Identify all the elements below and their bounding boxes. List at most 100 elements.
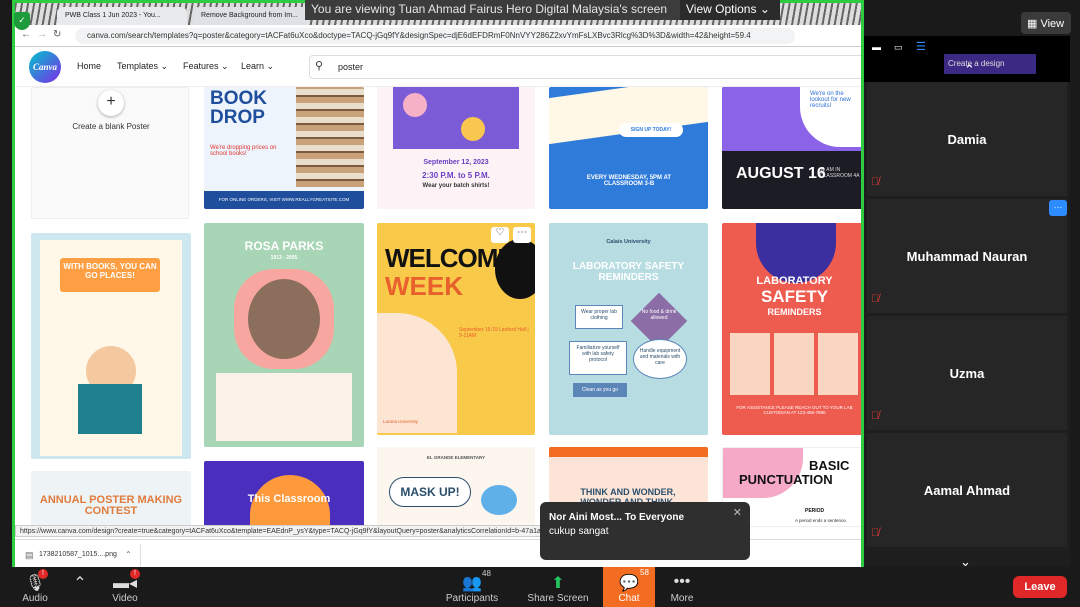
template-classroom[interactable]: This Classroom	[204, 461, 364, 527]
card-years: 1913 - 2005	[270, 255, 298, 261]
audio-label: Audio	[22, 593, 48, 604]
card-school: EL GRANDE ELEMENTARY	[426, 455, 486, 460]
nav-learn-label: Learn	[241, 61, 265, 71]
download-item[interactable]: ▤ 1738210587_1015....png ⌃	[21, 544, 141, 566]
participant-tile[interactable]: Damia 🎙̸	[867, 82, 1067, 196]
card-line2: WEEK	[385, 271, 463, 301]
chevron-up-icon[interactable]: ⌃	[125, 550, 132, 559]
sharing-banner: You are viewing Tuan Ahmad Fairus Hero D…	[305, 0, 680, 20]
template-rosa-parks[interactable]: ROSA PARKS 1913 - 2005	[204, 223, 364, 447]
card-title: BOOK DROP	[210, 88, 267, 128]
participants-button[interactable]: 👥 Participants 48	[440, 567, 504, 607]
nav-features[interactable]: Features ⌄	[183, 61, 229, 72]
window-icon[interactable]: ▭	[894, 42, 903, 53]
participant-name: Aamal Ahmad	[923, 483, 1011, 498]
template-books[interactable]: WITH BOOKS, YOU CAN GO PLACES!	[31, 233, 191, 459]
leave-button[interactable]: Leave	[1013, 576, 1067, 598]
chat-notification[interactable]: Nor Aini Most... To Everyone cukup sanga…	[540, 502, 750, 560]
audio-button[interactable]: 🎙 Audio !	[14, 567, 56, 607]
face-illustration	[403, 93, 427, 117]
template-book-drop[interactable]: BOOK DROP We're dropping prices on schoo…	[204, 87, 364, 209]
participants-count: 48	[482, 569, 491, 578]
heart-icon[interactable]: ♡	[491, 227, 509, 243]
chat-count: 58	[640, 568, 649, 577]
card-desc: A period ends a sentence.	[795, 518, 848, 523]
tile-more-options-button[interactable]: ···	[1049, 200, 1067, 216]
muted-mic-icon: 🎙̸	[871, 176, 880, 188]
template-batch-shirts[interactable]: September 12, 2023 2:30 P.M. to 5 P.M. W…	[377, 87, 535, 209]
rule-item: Wear proper lab clothing	[575, 305, 623, 329]
participants-label: Participants	[445, 593, 499, 604]
forward-arrow-icon[interactable]: →	[37, 29, 47, 40]
chevron-down-icon: ⌄	[759, 2, 770, 16]
zoom-window: PWB Class 1 Jun 2023 - You... Remove Bac…	[0, 0, 1080, 607]
layout-icon[interactable]: ☰	[916, 40, 926, 53]
more-label: More	[670, 593, 694, 604]
card-when: EVERY WEDNESDAY, 5PM AT CLASSROOM 3-B	[586, 175, 672, 187]
participant-tile[interactable]: Aamal Ahmad 🎙̸	[867, 433, 1067, 547]
more-dots-icon: •••	[673, 573, 691, 590]
back-arrow-icon[interactable]: ←	[21, 29, 31, 40]
download-file-name: 1738210587_1015....png	[39, 551, 117, 558]
view-options-label: View Options	[686, 2, 757, 16]
nav-templates[interactable]: Templates ⌄	[117, 61, 168, 72]
nav-learn[interactable]: Learn ⌄	[241, 61, 274, 72]
canva-header: Canva Home Templates ⌄ Features ⌄ Learn …	[15, 47, 861, 87]
participants-icon: 👥	[462, 575, 482, 592]
top-stripe	[549, 447, 708, 457]
chat-sender: Nor Aini Most... To Everyone	[549, 512, 685, 523]
chat-label: Chat	[618, 593, 640, 604]
chat-button[interactable]: 💬 Chat 58	[603, 567, 655, 607]
nav-home[interactable]: Home	[77, 61, 101, 71]
share-screen-button[interactable]: ⬆ Share Screen	[524, 567, 592, 607]
url-field[interactable]: canva.com/search/templates?q=poster&cate…	[75, 28, 795, 44]
template-safety-red[interactable]: LABORATORY SAFETY REMINDERS FOR ASSISTAN…	[722, 223, 861, 435]
card-title: WITH BOOKS, YOU CAN GO PLACES!	[60, 258, 160, 292]
close-icon[interactable]: ✕	[733, 506, 742, 519]
face-illustration	[461, 117, 485, 141]
books-image	[296, 87, 364, 187]
card-footer: FOR ASSISTANCE PLEASE REACH OUT TO YOUR …	[736, 405, 853, 415]
template-safety-blue[interactable]: Calais University LABORATORY SAFETY REMI…	[549, 223, 708, 435]
search-input[interactable]: poster	[309, 55, 861, 79]
browser-tab-1[interactable]: PWB Class 1 Jun 2023 - You...	[57, 7, 187, 25]
participant-tile[interactable]: Uzma 🎙̸	[867, 316, 1067, 430]
more-options-icon[interactable]: ⋯	[513, 227, 531, 243]
card-title1: BASIC	[809, 458, 850, 473]
rule-item: No food & drink allowed	[641, 309, 677, 321]
shared-screen: PWB Class 1 Jun 2023 - You... Remove Bac…	[12, 0, 864, 567]
template-contest[interactable]: ANNUAL POSTER MAKING CONTEST	[31, 471, 191, 527]
minimize-icon[interactable]: ▬	[872, 42, 881, 52]
chevron-up-icon[interactable]: ⌃	[964, 62, 975, 78]
tab-label: Remove Background from Im...	[201, 12, 298, 19]
bio-text-block	[216, 373, 352, 441]
template-welcome-week[interactable]: WELCOME WEEK September 15-19 Lanford Hal…	[377, 223, 535, 435]
card-title1: LABORATORY	[756, 275, 833, 287]
plus-icon: +	[98, 90, 124, 116]
participant-name: Damia	[947, 132, 987, 147]
shield-icon[interactable]: ✓	[14, 12, 30, 30]
template-mask-up[interactable]: EL GRANDE ELEMENTARY MASK UP!	[377, 447, 535, 527]
chat-message: cukup sangat	[549, 526, 609, 537]
template-tryouts[interactable]: We're on the lookout for new recruits! A…	[722, 87, 861, 209]
participant-tile[interactable]: Muhammad Nauran 🎙̸	[867, 199, 1067, 313]
rule-item: Clean as you go	[573, 383, 627, 397]
video-button[interactable]: ▬◂ Video !	[104, 567, 146, 607]
create-blank-card[interactable]: + Create a blank Poster	[31, 87, 189, 219]
canva-logo[interactable]: Canva	[29, 51, 61, 83]
address-bar-row: ← → ↻ canva.com/search/templates?q=poste…	[15, 25, 861, 47]
template-signup[interactable]: SIGN UP TODAY! EVERY WEDNESDAY, 5PM AT C…	[549, 87, 708, 209]
file-icon: ▤	[25, 550, 34, 560]
card-name: ROSA PARKS	[244, 239, 324, 253]
face-illustration	[481, 485, 517, 515]
nav-features-label: Features	[183, 61, 219, 71]
audio-options-button[interactable]: ⌃	[70, 567, 90, 607]
card-brand: Larana University	[383, 419, 419, 424]
book-illustration	[78, 384, 142, 434]
more-button[interactable]: ••• More	[664, 567, 700, 607]
view-button[interactable]: ▦ View	[1021, 12, 1071, 34]
view-options-button[interactable]: View Options ⌄	[680, 0, 780, 20]
reload-icon[interactable]: ↻	[53, 29, 61, 40]
card-title: LABORATORY SAFETY REMINDERS	[572, 261, 685, 283]
browser-tab-2[interactable]: Remove Background from Im...	[193, 7, 309, 25]
